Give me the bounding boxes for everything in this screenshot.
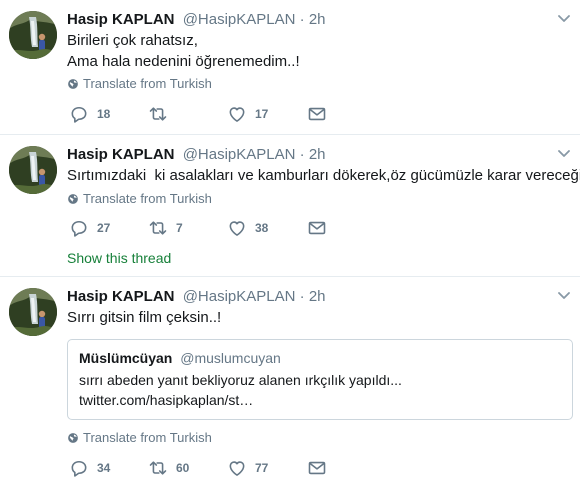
tweet-actions: 18 17 bbox=[67, 104, 367, 124]
author-handle[interactable]: @HasipKAPLAN bbox=[183, 288, 296, 305]
author-name[interactable]: Hasip KAPLAN bbox=[67, 11, 175, 28]
reply-icon bbox=[69, 104, 89, 124]
retweet-icon bbox=[148, 458, 168, 478]
separator-dot: · bbox=[299, 288, 305, 305]
globe-icon bbox=[67, 193, 79, 205]
tweet-actions: 34 60 77 bbox=[67, 458, 367, 478]
tweet-header: Hasip KAPLAN @HasipKAPLAN · 2h bbox=[67, 287, 326, 307]
separator-dot: · bbox=[299, 11, 305, 28]
retweet-icon bbox=[148, 104, 168, 124]
retweet-button[interactable]: 60 bbox=[148, 458, 189, 478]
reply-count: 27 bbox=[97, 221, 111, 235]
timestamp[interactable]: 2h bbox=[309, 288, 326, 305]
direct-message-button[interactable] bbox=[307, 458, 327, 478]
tweet[interactable]: Hasip KAPLAN @HasipKAPLAN · 2h Birileri … bbox=[0, 0, 580, 135]
tweet-header: Hasip KAPLAN @HasipKAPLAN · 2h bbox=[67, 145, 326, 165]
author-handle[interactable]: @HasipKAPLAN bbox=[183, 146, 296, 163]
chevron-down-icon[interactable] bbox=[558, 14, 570, 24]
avatar[interactable] bbox=[9, 146, 57, 194]
tweet-text: Sırtımızdaki ki asalakları ve kamburları… bbox=[67, 165, 580, 186]
envelope-icon bbox=[307, 458, 327, 478]
reply-button[interactable]: 18 bbox=[69, 104, 110, 124]
separator-dot: · bbox=[299, 146, 305, 163]
like-button[interactable]: 17 bbox=[227, 104, 268, 124]
quoted-tweet[interactable]: Müslümcüyan @muslumcuyan sırrı abeden ya… bbox=[67, 339, 573, 420]
tweet-text-line: Sırtımızdaki ki asalakları ve kamburları… bbox=[67, 167, 580, 184]
tweet[interactable]: Hasip KAPLAN @HasipKAPLAN · 2h Sırtımızd… bbox=[0, 135, 580, 277]
author-name[interactable]: Hasip KAPLAN bbox=[67, 146, 175, 163]
heart-icon bbox=[227, 104, 247, 124]
author-handle[interactable]: @HasipKAPLAN bbox=[183, 11, 296, 28]
chevron-down-icon[interactable] bbox=[558, 149, 570, 159]
like-button[interactable]: 38 bbox=[227, 218, 268, 238]
tweet-text-line: Birileri çok rahatsız, bbox=[67, 32, 198, 49]
avatar[interactable] bbox=[9, 288, 57, 336]
heart-icon bbox=[227, 218, 247, 238]
tweet-text-line: Ama hala nedenini öğrenemedim..! bbox=[67, 53, 300, 70]
like-button[interactable]: 77 bbox=[227, 458, 268, 478]
quoted-tweet-header: Müslümcüyan @muslumcuyan bbox=[79, 349, 561, 367]
timestamp[interactable]: 2h bbox=[309, 146, 326, 163]
retweet-icon bbox=[148, 218, 168, 238]
globe-icon bbox=[67, 432, 79, 444]
like-count: 38 bbox=[255, 221, 269, 235]
chevron-down-icon[interactable] bbox=[558, 291, 570, 301]
direct-message-button[interactable] bbox=[307, 218, 327, 238]
translate-link[interactable]: Translate from Turkish bbox=[67, 430, 212, 446]
envelope-icon bbox=[307, 218, 327, 238]
retweet-button[interactable]: 7 bbox=[148, 218, 183, 238]
globe-icon bbox=[67, 78, 79, 90]
show-thread-link[interactable]: Show this thread bbox=[67, 249, 171, 267]
reply-button[interactable]: 34 bbox=[69, 458, 110, 478]
like-count: 77 bbox=[255, 461, 269, 475]
translate-label: Translate from Turkish bbox=[83, 191, 212, 206]
avatar[interactable] bbox=[9, 11, 57, 59]
envelope-icon bbox=[307, 104, 327, 124]
translate-link[interactable]: Translate from Turkish bbox=[67, 191, 212, 207]
tweet-text: Birileri çok rahatsız, Ama hala nedenini… bbox=[67, 30, 300, 72]
retweet-count: 7 bbox=[176, 221, 183, 235]
reply-button[interactable]: 27 bbox=[69, 218, 110, 238]
translate-label: Translate from Turkish bbox=[83, 76, 212, 91]
quoted-author-handle: @muslumcuyan bbox=[180, 350, 281, 366]
quoted-tweet-link: twitter.com/hasipkaplan/st… bbox=[79, 392, 254, 408]
timestamp[interactable]: 2h bbox=[309, 11, 326, 28]
like-count: 17 bbox=[255, 107, 269, 121]
reply-icon bbox=[69, 458, 89, 478]
retweet-count: 60 bbox=[176, 461, 190, 475]
heart-icon bbox=[227, 458, 247, 478]
author-name[interactable]: Hasip KAPLAN bbox=[67, 288, 175, 305]
translate-label: Translate from Turkish bbox=[83, 430, 212, 445]
tweet-actions: 27 7 38 bbox=[67, 218, 367, 238]
direct-message-button[interactable] bbox=[307, 104, 327, 124]
tweet-text-line: Sırrı gitsin film çeksin..! bbox=[67, 309, 222, 326]
translate-link[interactable]: Translate from Turkish bbox=[67, 76, 212, 92]
reply-icon bbox=[69, 218, 89, 238]
reply-count: 18 bbox=[97, 107, 111, 121]
reply-count: 34 bbox=[97, 461, 111, 475]
retweet-button[interactable] bbox=[148, 104, 176, 124]
tweet-header: Hasip KAPLAN @HasipKAPLAN · 2h bbox=[67, 10, 326, 30]
tweet-text: Sırrı gitsin film çeksin..! bbox=[67, 307, 221, 328]
quoted-author-name: Müslümcüyan bbox=[79, 350, 173, 366]
tweet[interactable]: Hasip KAPLAN @HasipKAPLAN · 2h Sırrı git… bbox=[0, 277, 580, 485]
quoted-tweet-text: sırrı abeden yanıt bekliyoruz alanen ırk… bbox=[79, 372, 402, 388]
